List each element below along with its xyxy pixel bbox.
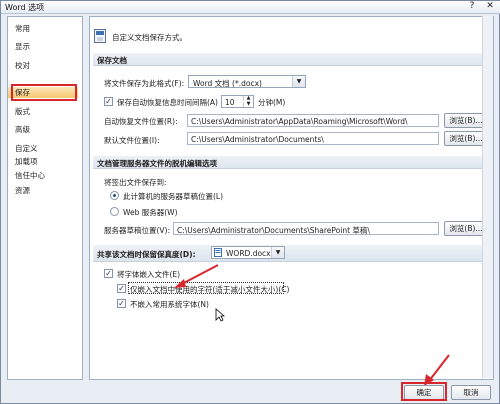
save-section-header: 保存文档: [93, 53, 489, 66]
ok-highlight-annotation: [401, 382, 447, 401]
autorecover-label: 保存自动恢复信息时间间隔(A): [117, 98, 218, 107]
save-section-title: 保存文档: [97, 56, 127, 65]
web-server-label: Web 服务器(W): [123, 208, 178, 217]
default-path-value: C:\Users\Administrator\Documents\: [191, 135, 324, 144]
chevron-down-icon: ▼: [292, 76, 305, 87]
autorecover-minutes-spinner[interactable]: 10 ▲ ▼: [221, 95, 254, 108]
sidebar-item-common[interactable]: 常用: [15, 23, 30, 34]
close-button[interactable]: ✕: [481, 1, 499, 12]
format-label: 将文件保存为此格式(F):: [104, 79, 185, 88]
embed-fonts-checkbox[interactable]: ✓: [104, 269, 113, 278]
fidelity-section-header: 共享该文档时保留保真度(D):: [93, 245, 489, 262]
sidebar-item-advanced[interactable]: 高级: [15, 124, 30, 135]
drafts-location-field[interactable]: C:\Users\Administrator\Documents\SharePo…: [173, 222, 439, 235]
fidelity-section-title: 共享该文档时保留保真度(D):: [97, 250, 196, 259]
web-server-radio[interactable]: [110, 207, 119, 216]
sidebar-item-display[interactable]: 显示: [15, 41, 30, 52]
default-path-label: 默认文件位置(I):: [104, 136, 160, 145]
annotation-arrow: [174, 264, 219, 288]
autorecover-path-value: C:\Users\Administrator\AppData\Roaming\M…: [191, 117, 408, 126]
default-path-field[interactable]: C:\Users\Administrator\Documents\: [187, 132, 439, 145]
word-options-dialog: Word 选项 ? ✕ 常用 显示 校对 保存 版式 高级 自定义 加载项 信任…: [0, 0, 500, 404]
embed-used-chars-checkbox[interactable]: ✓: [117, 284, 126, 293]
no-common-fonts-checkbox[interactable]: ✓: [117, 299, 126, 308]
fidelity-document-value: WORD.docx: [226, 249, 271, 258]
drafts-location-label: 服务器草稿位置(V):: [104, 226, 171, 235]
save-highlight-annotation: [11, 84, 77, 101]
autorecover-path-label: 自动恢复文件位置(R):: [104, 117, 178, 126]
word-document-icon: [214, 248, 222, 257]
window-title: Word 选项: [5, 3, 45, 12]
drafts-location-value: C:\Users\Administrator\Documents\SharePo…: [177, 226, 370, 235]
sidebar-item-proofing[interactable]: 校对: [15, 60, 30, 71]
server-section-title: 文档管理服务器文件的脱机编辑选项: [97, 159, 217, 168]
sidebar-item-layout[interactable]: 版式: [15, 106, 30, 117]
autorecover-checkbox[interactable]: ✓: [104, 97, 113, 106]
cancel-button[interactable]: 取消: [451, 385, 491, 400]
local-drafts-radio[interactable]: [110, 191, 119, 200]
save-format-dropdown[interactable]: Word 文档 (*.docx) ▼: [188, 75, 306, 88]
local-drafts-label: 此计算机的服务器草稿位置(L): [123, 192, 224, 201]
mouse-cursor-icon: [215, 308, 225, 322]
server-section-header: 文档管理服务器文件的脱机编辑选项: [93, 156, 489, 169]
autorecover-path-field[interactable]: C:\Users\Administrator\AppData\Roaming\M…: [187, 114, 439, 127]
checkout-save-label: 将签出文件保存到:: [104, 178, 167, 187]
save-document-icon: [94, 29, 106, 43]
chevron-down-icon: ▼: [271, 247, 284, 258]
save-format-value: Word 文档 (*.docx): [193, 79, 262, 88]
no-common-fonts-label: 不嵌入常用系统字体(N): [130, 300, 209, 309]
panel-scrollbar[interactable]: [482, 16, 493, 378]
title-bar: Word 选项 ? ✕: [1, 1, 500, 14]
sidebar-item-trust-center[interactable]: 信任中心: [15, 170, 45, 181]
minutes-label: 分钟(M): [258, 98, 286, 107]
spin-down-icon[interactable]: ▼: [243, 102, 253, 107]
sidebar-item-addins[interactable]: 加载项: [15, 156, 38, 167]
help-button[interactable]: ?: [465, 1, 479, 12]
sidebar-item-customize[interactable]: 自定义: [15, 143, 38, 154]
sidebar-item-resources[interactable]: 资源: [15, 185, 30, 196]
fidelity-document-dropdown[interactable]: WORD.docx ▼: [211, 246, 285, 259]
panel-intro: 自定义文档保存方式。: [112, 33, 187, 42]
options-panel: 自定义文档保存方式。 保存文档 将文件保存为此格式(F): Word 文档 (*…: [89, 16, 494, 380]
category-sidebar: 常用 显示 校对 保存 版式 高级 自定义 加载项 信任中心 资源: [7, 16, 83, 380]
minutes-value: 10: [225, 98, 235, 107]
